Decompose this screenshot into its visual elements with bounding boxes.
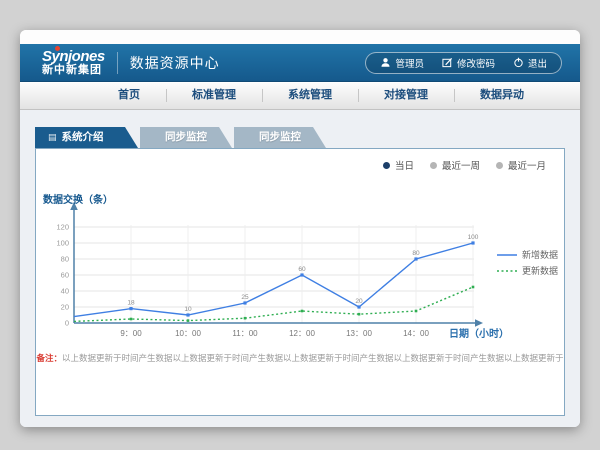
svg-text:100: 100 bbox=[468, 234, 479, 241]
svg-text:80: 80 bbox=[61, 255, 69, 264]
footnote-text: 以上数据更新于时间产生数据以上数据更新于时间产生数据以上数据更新于时间产生数据以… bbox=[62, 353, 564, 363]
edit-icon bbox=[442, 57, 453, 68]
nav-item-data-change[interactable]: 数据异动 bbox=[454, 82, 550, 109]
logo-subtext: 新中新集团 bbox=[42, 65, 105, 76]
logout-button[interactable]: 退出 bbox=[513, 56, 547, 70]
svg-text:100: 100 bbox=[56, 239, 69, 248]
svg-text:10：00: 10：00 bbox=[175, 329, 201, 338]
nav-item-system-mgmt[interactable]: 系统管理 bbox=[262, 82, 358, 109]
company-logo: Synjones 新中新集团 bbox=[42, 49, 105, 76]
app-window: Synjones 新中新集团 数据资源中心 管理员 修改密码 bbox=[20, 30, 580, 427]
user-icon bbox=[380, 57, 391, 68]
document-icon: ▤ bbox=[48, 132, 57, 142]
svg-text:25: 25 bbox=[241, 294, 249, 301]
admin-user-button[interactable]: 管理员 bbox=[380, 56, 424, 70]
tab-sync-monitor-1[interactable]: 同步监控 bbox=[140, 127, 232, 148]
power-icon bbox=[513, 57, 524, 68]
svg-text:20: 20 bbox=[61, 303, 69, 312]
svg-text:80: 80 bbox=[412, 250, 420, 257]
svg-text:13：00: 13：00 bbox=[346, 329, 372, 338]
svg-text:40: 40 bbox=[61, 287, 69, 296]
svg-text:日期（小时）: 日期（小时） bbox=[449, 327, 509, 340]
svg-text:数据交换（条）: 数据交换（条） bbox=[43, 193, 113, 206]
svg-text:更新数据: 更新数据 bbox=[522, 265, 558, 276]
app-header: Synjones 新中新集团 数据资源中心 管理员 修改密码 bbox=[20, 44, 580, 82]
footnote-prefix: 备注： bbox=[36, 353, 62, 363]
svg-text:18: 18 bbox=[127, 300, 135, 307]
tab-strip: ▤系统介绍 同步监控 同步监控 bbox=[20, 110, 580, 148]
svg-text:10: 10 bbox=[184, 306, 192, 313]
svg-text:120: 120 bbox=[56, 223, 69, 232]
nav-item-home[interactable]: 首页 bbox=[92, 82, 166, 109]
svg-text:11：00: 11：00 bbox=[232, 329, 258, 338]
main-nav: 首页 标准管理 系统管理 对接管理 数据异动 bbox=[20, 82, 580, 110]
window-top-strip bbox=[20, 30, 580, 44]
nav-item-standard-mgmt[interactable]: 标准管理 bbox=[166, 82, 262, 109]
logo-text: Synjones bbox=[42, 49, 105, 64]
line-chart: 0 20 40 60 80 100 120 9：00 10：00 11：00 12：00 13：00 1… bbox=[36, 167, 572, 349]
svg-text:14：00: 14：00 bbox=[403, 329, 429, 338]
svg-text:0: 0 bbox=[65, 319, 69, 328]
user-toolbar: 管理员 修改密码 退出 bbox=[365, 52, 562, 74]
nav-item-integration-mgmt[interactable]: 对接管理 bbox=[358, 82, 454, 109]
header-divider bbox=[117, 52, 118, 74]
svg-text:60: 60 bbox=[298, 266, 306, 273]
svg-text:12：00: 12：00 bbox=[289, 329, 315, 338]
svg-text:新增数据: 新增数据 bbox=[522, 249, 558, 260]
chart-panel: 当日 最近一周 最近一月 0204060801001209：0010：0011：… bbox=[35, 148, 565, 416]
logo-red-dot-icon bbox=[55, 46, 60, 51]
page-title: 数据资源中心 bbox=[130, 53, 220, 73]
tab-system-intro[interactable]: ▤系统介绍 bbox=[35, 127, 138, 148]
change-password-button[interactable]: 修改密码 bbox=[442, 56, 495, 70]
tab-sync-monitor-2[interactable]: 同步监控 bbox=[234, 127, 326, 148]
content-area: ▤系统介绍 同步监控 同步监控 当日 最近一周 最近一月 020 bbox=[20, 110, 580, 427]
svg-text:9：00: 9：00 bbox=[120, 329, 142, 338]
svg-text:20: 20 bbox=[355, 298, 363, 305]
footnote: 备注：以上数据更新于时间产生数据以上数据更新于时间产生数据以上数据更新于时间产生… bbox=[36, 352, 564, 364]
svg-text:60: 60 bbox=[61, 271, 69, 280]
